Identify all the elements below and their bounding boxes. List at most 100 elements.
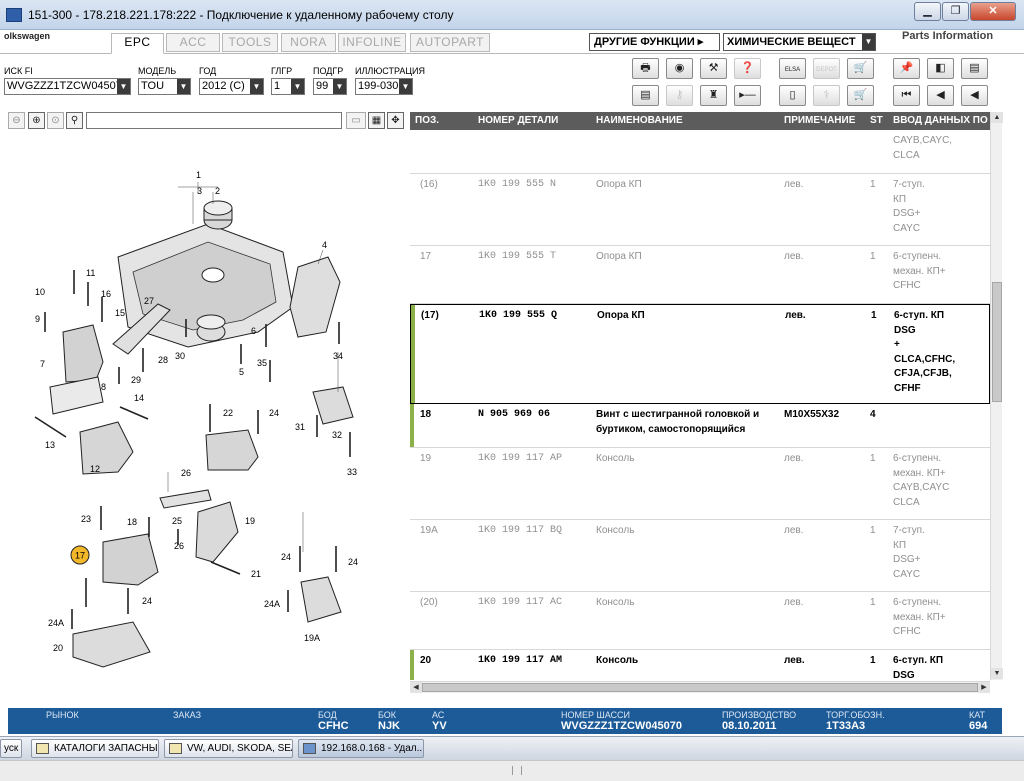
table-vertical-scrollbar[interactable]: ▲ ▼ [990, 112, 1003, 680]
col-pos[interactable]: ПОЗ. [415, 115, 439, 126]
tab-nora[interactable]: NORA [281, 33, 336, 52]
callout-34[interactable]: 34 [333, 351, 343, 361]
start-button[interactable]: уск [0, 739, 22, 758]
split-view-icon[interactable]: ▭ [346, 112, 366, 129]
callout-21[interactable]: 21 [251, 569, 261, 579]
callout-24-d[interactable]: 24 [348, 557, 358, 567]
callout-23[interactable]: 23 [81, 514, 91, 524]
illustration-select[interactable]: 199-030 ▼ [355, 78, 413, 95]
callout-28[interactable]: 28 [158, 355, 168, 365]
exploded-diagram[interactable]: 17 1 2 3 4 5 6 7 8 9 10 11 12 13 14 15 1… [8, 132, 406, 700]
callout-27[interactable]: 27 [144, 296, 154, 306]
arrow-line-button[interactable]: ▸— [734, 85, 761, 106]
scroll-left-icon[interactable]: ◀ [410, 682, 422, 693]
first-page-button[interactable]: ⏮ [893, 85, 920, 106]
taskbar-item-vw[interactable]: VW, AUDI, SKODA, SEAT [164, 739, 293, 758]
callout-8[interactable]: 8 [101, 382, 106, 392]
callout-24-b[interactable]: 24 [142, 596, 152, 606]
callout-24-a[interactable]: 24 [269, 408, 279, 418]
callout-32[interactable]: 32 [332, 430, 342, 440]
table-horizontal-scrollbar[interactable]: ◀ ▶ [410, 681, 990, 693]
callout-9[interactable]: 9 [35, 314, 40, 324]
callout-35[interactable]: 35 [257, 358, 267, 368]
move-icon[interactable]: ✥ [387, 112, 404, 129]
pin-button[interactable]: 📌 [893, 58, 920, 79]
callout-30[interactable]: 30 [175, 351, 185, 361]
tab-epc[interactable]: EPC [111, 33, 164, 54]
callout-25[interactable]: 25 [172, 516, 182, 526]
page-left-button[interactable]: ◧ [927, 58, 954, 79]
vehicle-button[interactable]: ♜ [700, 85, 727, 106]
table-row[interactable]: (20) 1K0 199 117 AC Консоль лев. 1 6-сту… [410, 592, 990, 650]
zoom-out-icon[interactable]: ⊖ [8, 112, 25, 129]
previous-button[interactable]: ◀ [927, 85, 954, 106]
cart-button[interactable]: 🛒 [847, 85, 874, 106]
close-button[interactable]: ✕ [970, 2, 1016, 21]
callout-3[interactable]: 3 [197, 186, 202, 196]
tab-acc[interactable]: ACC [166, 33, 220, 52]
tab-tools[interactable]: TOOLS [222, 33, 278, 52]
layout-icon[interactable]: ▦ [368, 112, 385, 129]
zoom-area-icon[interactable]: ⊙ [47, 112, 64, 129]
search-icon[interactable]: ⚲ [66, 112, 83, 129]
callout-26-b[interactable]: 26 [174, 541, 184, 551]
service-button[interactable]: ⚕ [813, 85, 840, 106]
scroll-down-icon[interactable]: ▼ [991, 668, 1003, 679]
callout-10[interactable]: 10 [35, 287, 45, 297]
callout-16[interactable]: 16 [101, 289, 111, 299]
minimize-button[interactable]: ▁ [914, 2, 941, 21]
callout-13[interactable]: 13 [45, 440, 55, 450]
restore-button[interactable]: ❐ [942, 2, 969, 21]
callout-29[interactable]: 29 [131, 375, 141, 385]
callout-22[interactable]: 22 [223, 408, 233, 418]
record-button[interactable]: ◉ [666, 58, 693, 79]
year-select[interactable]: 2012 (C) ▼ [199, 78, 264, 95]
model-select[interactable]: TOU ▼ [138, 78, 191, 95]
col-name[interactable]: НАИМЕНОВАНИЕ [596, 115, 683, 126]
list-button[interactable]: ▤ [632, 85, 659, 106]
depot-button[interactable]: DEPOT [813, 58, 840, 79]
table-row[interactable]: 20 1K0 199 117 AM Консоль лев. 1 6-ступ.… [410, 650, 990, 680]
col-part-number[interactable]: НОМЕР ДЕТАЛИ [478, 115, 558, 126]
callout-6[interactable]: 6 [251, 326, 256, 336]
elsa-button[interactable]: ELSA [779, 58, 806, 79]
taskbar-item-remote[interactable]: 192.168.0.168 - Удал... [298, 739, 424, 758]
window-title-bar[interactable]: 151-300 - 178.218.221.178:222 - Подключе… [0, 0, 1024, 30]
scrollbar-thumb[interactable] [992, 282, 1002, 402]
callout-17[interactable]: 17 [75, 551, 85, 561]
help-button[interactable]: ❓ [734, 58, 761, 79]
main-group-select[interactable]: 1 ▼ [271, 78, 305, 95]
callout-5[interactable]: 5 [239, 367, 244, 377]
callout-18[interactable]: 18 [127, 517, 137, 527]
vin-select[interactable]: WVGZZZ1TZCW04507 ▼ [4, 78, 131, 95]
device-button[interactable]: ▯ [779, 85, 806, 106]
other-functions-button[interactable]: ДРУГИЕ ФУНКЦИИ ▸ [589, 33, 720, 51]
callout-12[interactable]: 12 [90, 464, 100, 474]
callout-15[interactable]: 15 [115, 308, 125, 318]
print-button[interactable]: 🖶 [632, 58, 659, 79]
scroll-up-icon[interactable]: ▲ [991, 112, 1003, 123]
callout-24a-a[interactable]: 24A [48, 618, 64, 628]
callout-33[interactable]: 33 [347, 467, 357, 477]
scrollbar-thumb[interactable] [422, 683, 978, 692]
page-right-button[interactable]: ▤ [961, 58, 988, 79]
table-row[interactable]: (16) 1K0 199 555 N Опора КП лев. 1 7-сту… [410, 174, 990, 246]
callout-1[interactable]: 1 [196, 170, 201, 180]
taskbar-item-catalogs[interactable]: КАТАЛОГИ ЗАПАСНЫХ ... [31, 739, 159, 758]
table-row[interactable]: 19A 1K0 199 117 BQ Консоль лев. 1 7-ступ… [410, 520, 990, 592]
table-row-selected[interactable]: (17) 1K0 199 555 Q Опора КП лев. 1 6-сту… [410, 304, 990, 404]
callout-19a[interactable]: 19A [304, 633, 320, 643]
col-note[interactable]: ПРИМЕЧАНИЕ [784, 115, 855, 126]
callout-7[interactable]: 7 [40, 359, 45, 369]
back-button[interactable]: ◀ [961, 85, 988, 106]
scrollbar-grip[interactable] [512, 766, 522, 775]
table-row[interactable]: 19 1K0 199 117 AP Консоль лев. 1 6-ступе… [410, 448, 990, 520]
col-st[interactable]: ST [870, 115, 883, 126]
zoom-in-icon[interactable]: ⊕ [28, 112, 45, 129]
tools-button[interactable]: ⚒ [700, 58, 727, 79]
callout-31[interactable]: 31 [295, 422, 305, 432]
key-button[interactable]: ⚷ [666, 85, 693, 106]
cart-add-button[interactable]: 🛒 [847, 58, 874, 79]
table-row[interactable]: 18 N 905 969 06 Винт с шестигранной голо… [410, 404, 990, 448]
callout-11[interactable]: 11 [86, 268, 95, 278]
